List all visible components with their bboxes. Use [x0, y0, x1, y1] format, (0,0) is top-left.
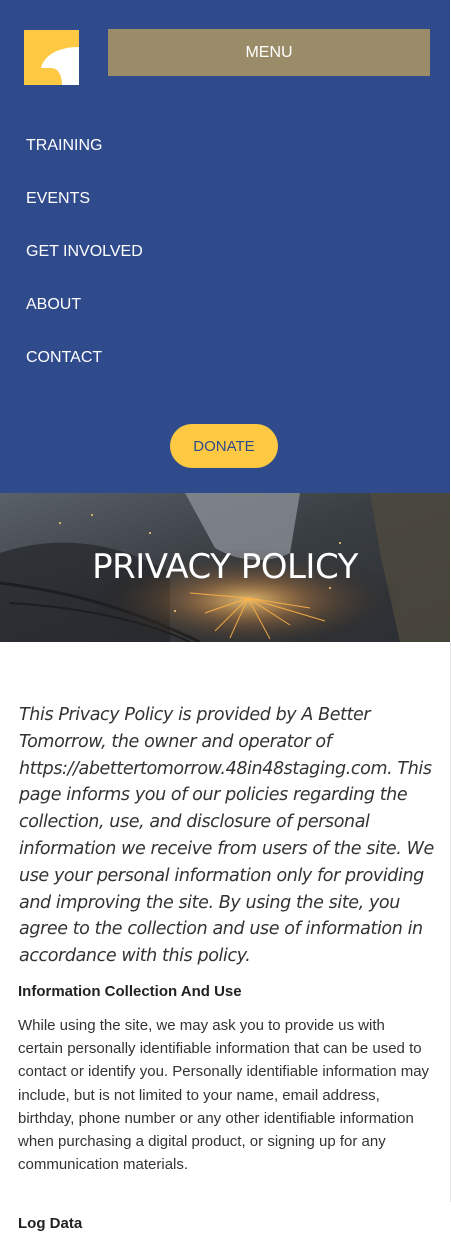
logo[interactable] — [24, 30, 79, 85]
page-title: PRIVACY POLICY — [92, 547, 358, 587]
site-header: MENU TRAINING EVENTS GET INVOLVED ABOUT … — [0, 0, 450, 493]
nav-item-events[interactable]: EVENTS — [26, 189, 90, 209]
intro-paragraph: This Privacy Policy is provided by A Bet… — [19, 705, 434, 967]
nav-item-contact[interactable]: CONTACT — [26, 348, 102, 368]
nav-item-about[interactable]: ABOUT — [26, 295, 81, 315]
section-heading-information-collection: Information Collection And Use — [18, 983, 242, 1000]
nav-item-training[interactable]: TRAINING — [26, 136, 102, 156]
menu-button[interactable]: MENU — [108, 29, 430, 76]
section-body-information-collection: While using the site, we may ask you to … — [18, 1017, 430, 1174]
logo-icon — [24, 30, 79, 85]
section-heading-log-data: Log Data — [18, 1215, 83, 1232]
nav-item-get-involved[interactable]: GET INVOLVED — [26, 242, 143, 262]
donate-button[interactable]: DONATE — [170, 424, 278, 468]
